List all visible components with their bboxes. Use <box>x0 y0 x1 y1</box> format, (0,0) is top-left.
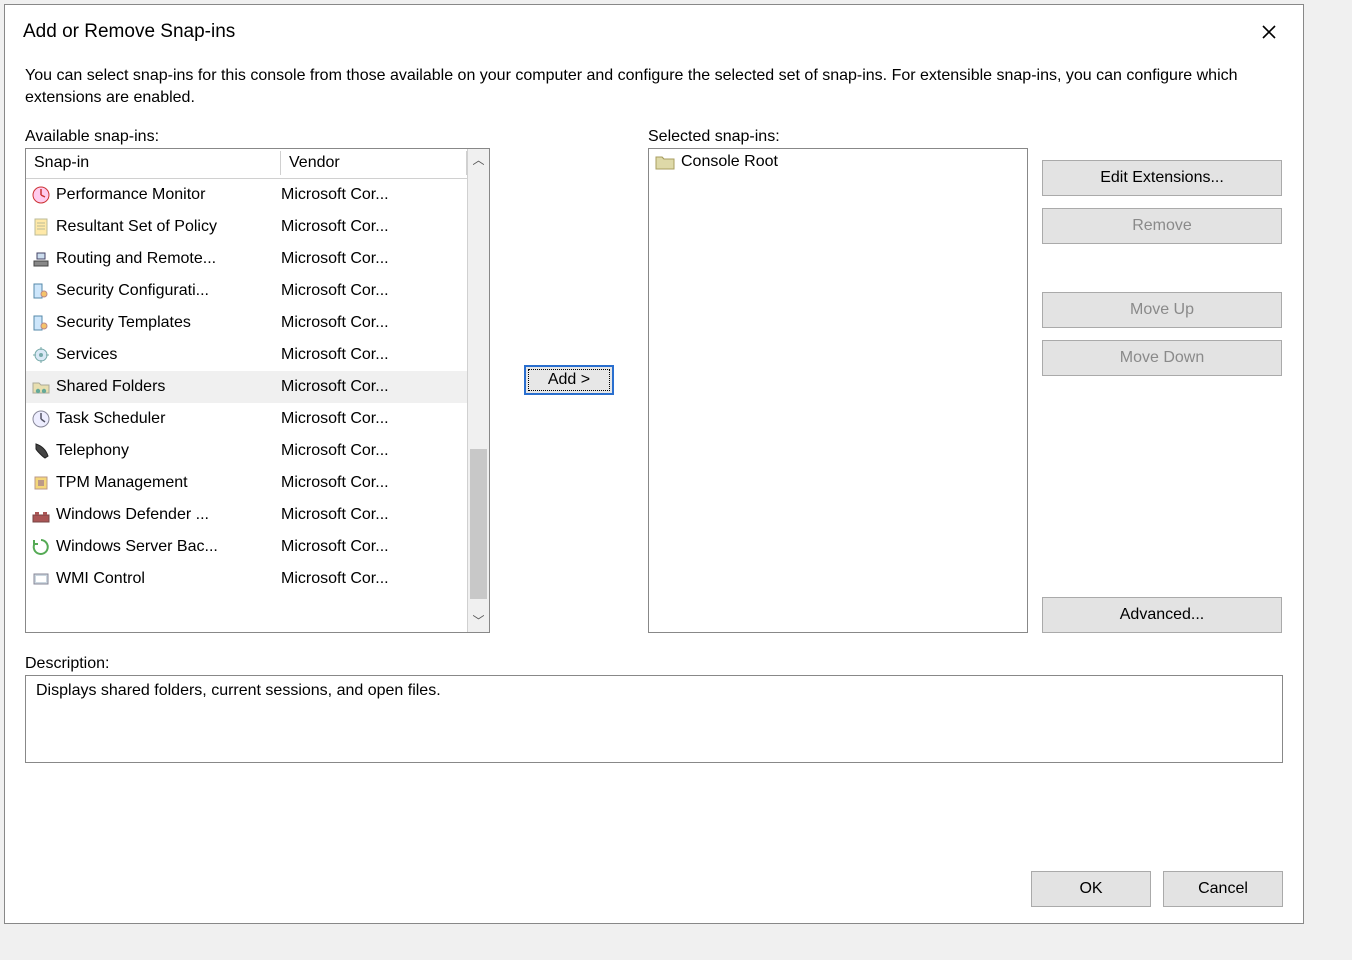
right-buttons: . Edit Extensions... Remove Move Up Move… <box>1032 128 1282 633</box>
available-item[interactable]: Security Configurati...Microsoft Cor... <box>26 275 467 307</box>
available-item[interactable]: Security TemplatesMicrosoft Cor... <box>26 307 467 339</box>
available-scrollbar[interactable]: ︿ ﹀ <box>467 149 489 632</box>
item-vendor: Microsoft Cor... <box>281 570 467 588</box>
shared-icon <box>30 376 52 398</box>
console-root-label: Console Root <box>681 153 778 171</box>
seccfg-icon <box>30 280 52 302</box>
available-header: Snap-in Vendor <box>26 149 467 179</box>
item-vendor: Microsoft Cor... <box>281 442 467 460</box>
item-name: TPM Management <box>56 474 281 492</box>
telephony-icon <box>30 440 52 462</box>
item-vendor: Microsoft Cor... <box>281 538 467 556</box>
console-root-item[interactable]: Console Root <box>655 153 1021 171</box>
services-icon <box>30 344 52 366</box>
item-name: Windows Defender ... <box>56 506 281 524</box>
item-name: Task Scheduler <box>56 410 281 428</box>
col-vendor[interactable]: Vendor <box>281 151 467 175</box>
available-item[interactable]: Windows Server Bac...Microsoft Cor... <box>26 531 467 563</box>
selected-label: Selected snap-ins: <box>648 128 1028 146</box>
available-item[interactable]: ServicesMicrosoft Cor... <box>26 339 467 371</box>
item-vendor: Microsoft Cor... <box>281 186 467 204</box>
dialog-title: Add or Remove Snap-ins <box>23 21 235 43</box>
item-name: WMI Control <box>56 570 281 588</box>
sectmpl-icon <box>30 312 52 334</box>
description-text: Displays shared folders, current session… <box>36 682 441 699</box>
add-remove-snapins-dialog: Add or Remove Snap-ins You can select sn… <box>4 4 1304 924</box>
item-name: Shared Folders <box>56 378 281 396</box>
item-name: Performance Monitor <box>56 186 281 204</box>
available-item[interactable]: TelephonyMicrosoft Cor... <box>26 435 467 467</box>
dialog-content: You can select snap-ins for this console… <box>5 51 1303 849</box>
item-vendor: Microsoft Cor... <box>281 378 467 396</box>
available-panel: Available snap-ins: Snap-in Vendor Perfo… <box>25 128 490 633</box>
selected-listbox[interactable]: Console Root <box>648 148 1028 633</box>
intro-text: You can select snap-ins for this console… <box>25 65 1283 110</box>
item-vendor: Microsoft Cor... <box>281 346 467 364</box>
backup-icon <box>30 536 52 558</box>
folder-icon <box>655 153 675 171</box>
scroll-down-icon[interactable]: ﹀ <box>468 610 489 632</box>
item-name: Security Templates <box>56 314 281 332</box>
item-vendor: Microsoft Cor... <box>281 474 467 492</box>
close-button[interactable] <box>1247 16 1291 48</box>
rsop-icon <box>30 216 52 238</box>
description-box: Displays shared folders, current session… <box>25 675 1283 763</box>
item-vendor: Microsoft Cor... <box>281 218 467 236</box>
item-vendor: Microsoft Cor... <box>281 250 467 268</box>
wmi-icon <box>30 568 52 590</box>
selected-panel: Selected snap-ins: Console Root <box>648 128 1028 633</box>
tpm-icon <box>30 472 52 494</box>
edit-extensions-button[interactable]: Edit Extensions... <box>1042 160 1282 196</box>
available-item[interactable]: TPM ManagementMicrosoft Cor... <box>26 467 467 499</box>
defender-icon <box>30 504 52 526</box>
middle-column: Add > <box>494 128 644 633</box>
advanced-button[interactable]: Advanced... <box>1042 597 1282 633</box>
scroll-thumb[interactable] <box>470 449 487 599</box>
remove-button[interactable]: Remove <box>1042 208 1282 244</box>
available-item[interactable]: Windows Defender ...Microsoft Cor... <box>26 499 467 531</box>
close-icon <box>1261 24 1277 40</box>
item-name: Routing and Remote... <box>56 250 281 268</box>
dialog-footer: OK Cancel <box>5 849 1303 923</box>
available-item[interactable]: Resultant Set of PolicyMicrosoft Cor... <box>26 211 467 243</box>
tasksch-icon <box>30 408 52 430</box>
item-name: Telephony <box>56 442 281 460</box>
item-name: Windows Server Bac... <box>56 538 281 556</box>
available-listbox[interactable]: Snap-in Vendor Performance MonitorMicros… <box>25 148 490 633</box>
scroll-up-icon[interactable]: ︿ <box>468 149 489 171</box>
item-vendor: Microsoft Cor... <box>281 282 467 300</box>
item-name: Resultant Set of Policy <box>56 218 281 236</box>
cancel-button[interactable]: Cancel <box>1163 871 1283 907</box>
titlebar: Add or Remove Snap-ins <box>5 5 1303 51</box>
available-item[interactable]: Task SchedulerMicrosoft Cor... <box>26 403 467 435</box>
routing-icon <box>30 248 52 270</box>
item-name: Services <box>56 346 281 364</box>
description-label: Description: <box>25 655 1283 673</box>
add-button[interactable]: Add > <box>524 365 614 395</box>
item-vendor: Microsoft Cor... <box>281 410 467 428</box>
available-item[interactable]: Performance MonitorMicrosoft Cor... <box>26 179 467 211</box>
available-item[interactable]: Routing and Remote...Microsoft Cor... <box>26 243 467 275</box>
ok-button[interactable]: OK <box>1031 871 1151 907</box>
available-item[interactable]: Shared FoldersMicrosoft Cor... <box>26 371 467 403</box>
item-name: Security Configurati... <box>56 282 281 300</box>
panels-grid: Available snap-ins: Snap-in Vendor Perfo… <box>25 128 1283 633</box>
available-label: Available snap-ins: <box>25 128 490 146</box>
available-item[interactable]: WMI ControlMicrosoft Cor... <box>26 563 467 595</box>
col-snapin[interactable]: Snap-in <box>26 151 281 175</box>
item-vendor: Microsoft Cor... <box>281 314 467 332</box>
move-up-button[interactable]: Move Up <box>1042 292 1282 328</box>
perfmon-icon <box>30 184 52 206</box>
move-down-button[interactable]: Move Down <box>1042 340 1282 376</box>
item-vendor: Microsoft Cor... <box>281 506 467 524</box>
